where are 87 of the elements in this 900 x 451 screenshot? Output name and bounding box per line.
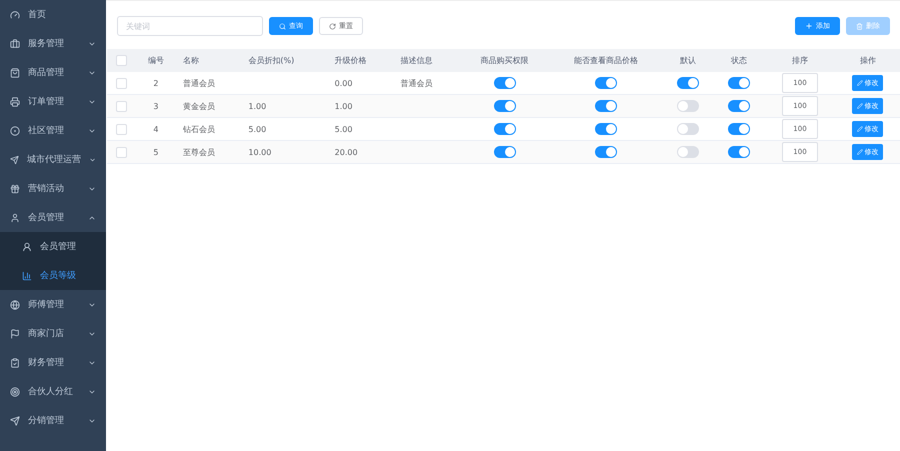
checkbox[interactable] xyxy=(116,146,126,158)
plus-icon xyxy=(805,22,813,30)
column-header: 能否查看商品价格 xyxy=(549,49,663,72)
sidebar-item[interactable]: 城市代理运营 xyxy=(0,145,106,174)
search-icon xyxy=(279,22,286,30)
sidebar-item[interactable]: 社区管理 xyxy=(0,116,106,145)
table-cell: 3 xyxy=(135,94,177,118)
table-cell: 至尊会员 xyxy=(176,140,242,164)
table-cell: 钻石会员 xyxy=(176,118,242,140)
toggle-switch[interactable] xyxy=(728,100,750,112)
column-header: 描述信息 xyxy=(394,49,460,72)
column-header: 操作 xyxy=(836,49,900,72)
sidebar-subitem[interactable]: 会员等级 xyxy=(0,261,106,290)
table-cell: 4 xyxy=(135,118,177,140)
pencil-icon xyxy=(857,103,864,109)
column-header: 编号 xyxy=(135,49,177,72)
sidebar-item[interactable]: 合伙人分红 xyxy=(0,377,106,406)
checkbox[interactable] xyxy=(116,100,126,112)
briefcase-icon xyxy=(10,38,20,48)
checkbox[interactable] xyxy=(116,78,126,88)
sidebar-item[interactable]: 财务管理 xyxy=(0,348,106,377)
printer-icon xyxy=(10,96,20,106)
paper-plane-icon xyxy=(10,154,19,164)
toggle-switch[interactable] xyxy=(728,77,750,89)
sidebar-item[interactable]: 营销活动 xyxy=(0,174,106,203)
column-header: 会员折扣(%) xyxy=(242,49,329,72)
toggle-switch[interactable] xyxy=(728,123,750,135)
table-cell: 黄金会员 xyxy=(176,94,242,118)
gift-icon xyxy=(10,184,20,194)
clipboard-icon xyxy=(10,358,20,368)
toggle-switch[interactable] xyxy=(494,100,516,112)
refresh-icon xyxy=(329,22,336,30)
column-header: 升级价格 xyxy=(328,49,394,72)
sidebar-item[interactable]: 会员管理 xyxy=(0,203,106,232)
sidebar-item[interactable]: 师傅管理 xyxy=(0,290,106,319)
trash-icon xyxy=(856,22,863,30)
pencil-icon xyxy=(857,80,864,86)
table-cell: 5.00 xyxy=(242,118,329,140)
table-cell: 0.00 xyxy=(328,72,394,94)
gauge-icon xyxy=(10,10,20,20)
sidebar-subitem[interactable]: 会员管理 xyxy=(0,232,106,261)
table-cell: 10.00 xyxy=(242,140,329,164)
toggle-switch[interactable] xyxy=(677,146,700,158)
column-header: 排序 xyxy=(764,49,836,72)
checkbox[interactable] xyxy=(116,124,126,134)
table-cell: 5 xyxy=(135,140,177,164)
table-cell: 20.00 xyxy=(328,140,394,164)
user-icon xyxy=(22,242,32,252)
table-cell: 2 xyxy=(135,72,177,94)
table-cell: 5.00 xyxy=(328,118,394,140)
toggle-switch[interactable] xyxy=(677,100,700,112)
table-cell: 1.00 xyxy=(242,94,329,118)
user-icon xyxy=(10,212,20,222)
globe-icon xyxy=(10,300,20,310)
table-cell: 普通会员 xyxy=(176,72,242,94)
column-header: 状态 xyxy=(713,49,764,72)
target-icon xyxy=(10,386,20,396)
sidebar-item[interactable]: 商家门店 xyxy=(0,319,106,348)
column-header: 名称 xyxy=(176,49,242,72)
paper-plane-icon xyxy=(10,416,20,426)
toggle-switch[interactable] xyxy=(728,146,750,158)
toggle-switch[interactable] xyxy=(494,77,516,89)
toggle-switch[interactable] xyxy=(595,77,618,89)
search-field[interactable]: 关键词 xyxy=(117,16,263,36)
flag-icon xyxy=(10,328,20,338)
circle-icon xyxy=(10,126,20,136)
sidebar-item[interactable]: 分销管理 xyxy=(0,406,106,435)
checkbox[interactable] xyxy=(116,55,126,66)
table-cell: 1.00 xyxy=(328,94,394,118)
toggle-switch[interactable] xyxy=(677,123,700,135)
column-header: 商品购买权限 xyxy=(460,49,550,72)
toggle-switch[interactable] xyxy=(494,146,516,158)
sidebar-item[interactable]: 订单管理 xyxy=(0,87,106,116)
bag-icon xyxy=(10,68,20,78)
pencil-icon xyxy=(857,126,864,132)
sidebar-item[interactable]: 商品管理 xyxy=(0,58,106,87)
column-header: 默认 xyxy=(662,49,714,72)
chart-icon xyxy=(22,270,32,280)
pencil-icon xyxy=(857,149,864,155)
toggle-switch[interactable] xyxy=(494,123,516,135)
table-cell: 普通会员 xyxy=(394,72,460,94)
sidebar-item[interactable]: 首页 xyxy=(0,0,106,29)
sidebar-item[interactable]: 服务管理 xyxy=(0,29,106,58)
toggle-switch[interactable] xyxy=(677,77,700,89)
toggle-switch[interactable] xyxy=(595,123,618,135)
toggle-switch[interactable] xyxy=(595,146,618,158)
toggle-switch[interactable] xyxy=(595,100,618,112)
